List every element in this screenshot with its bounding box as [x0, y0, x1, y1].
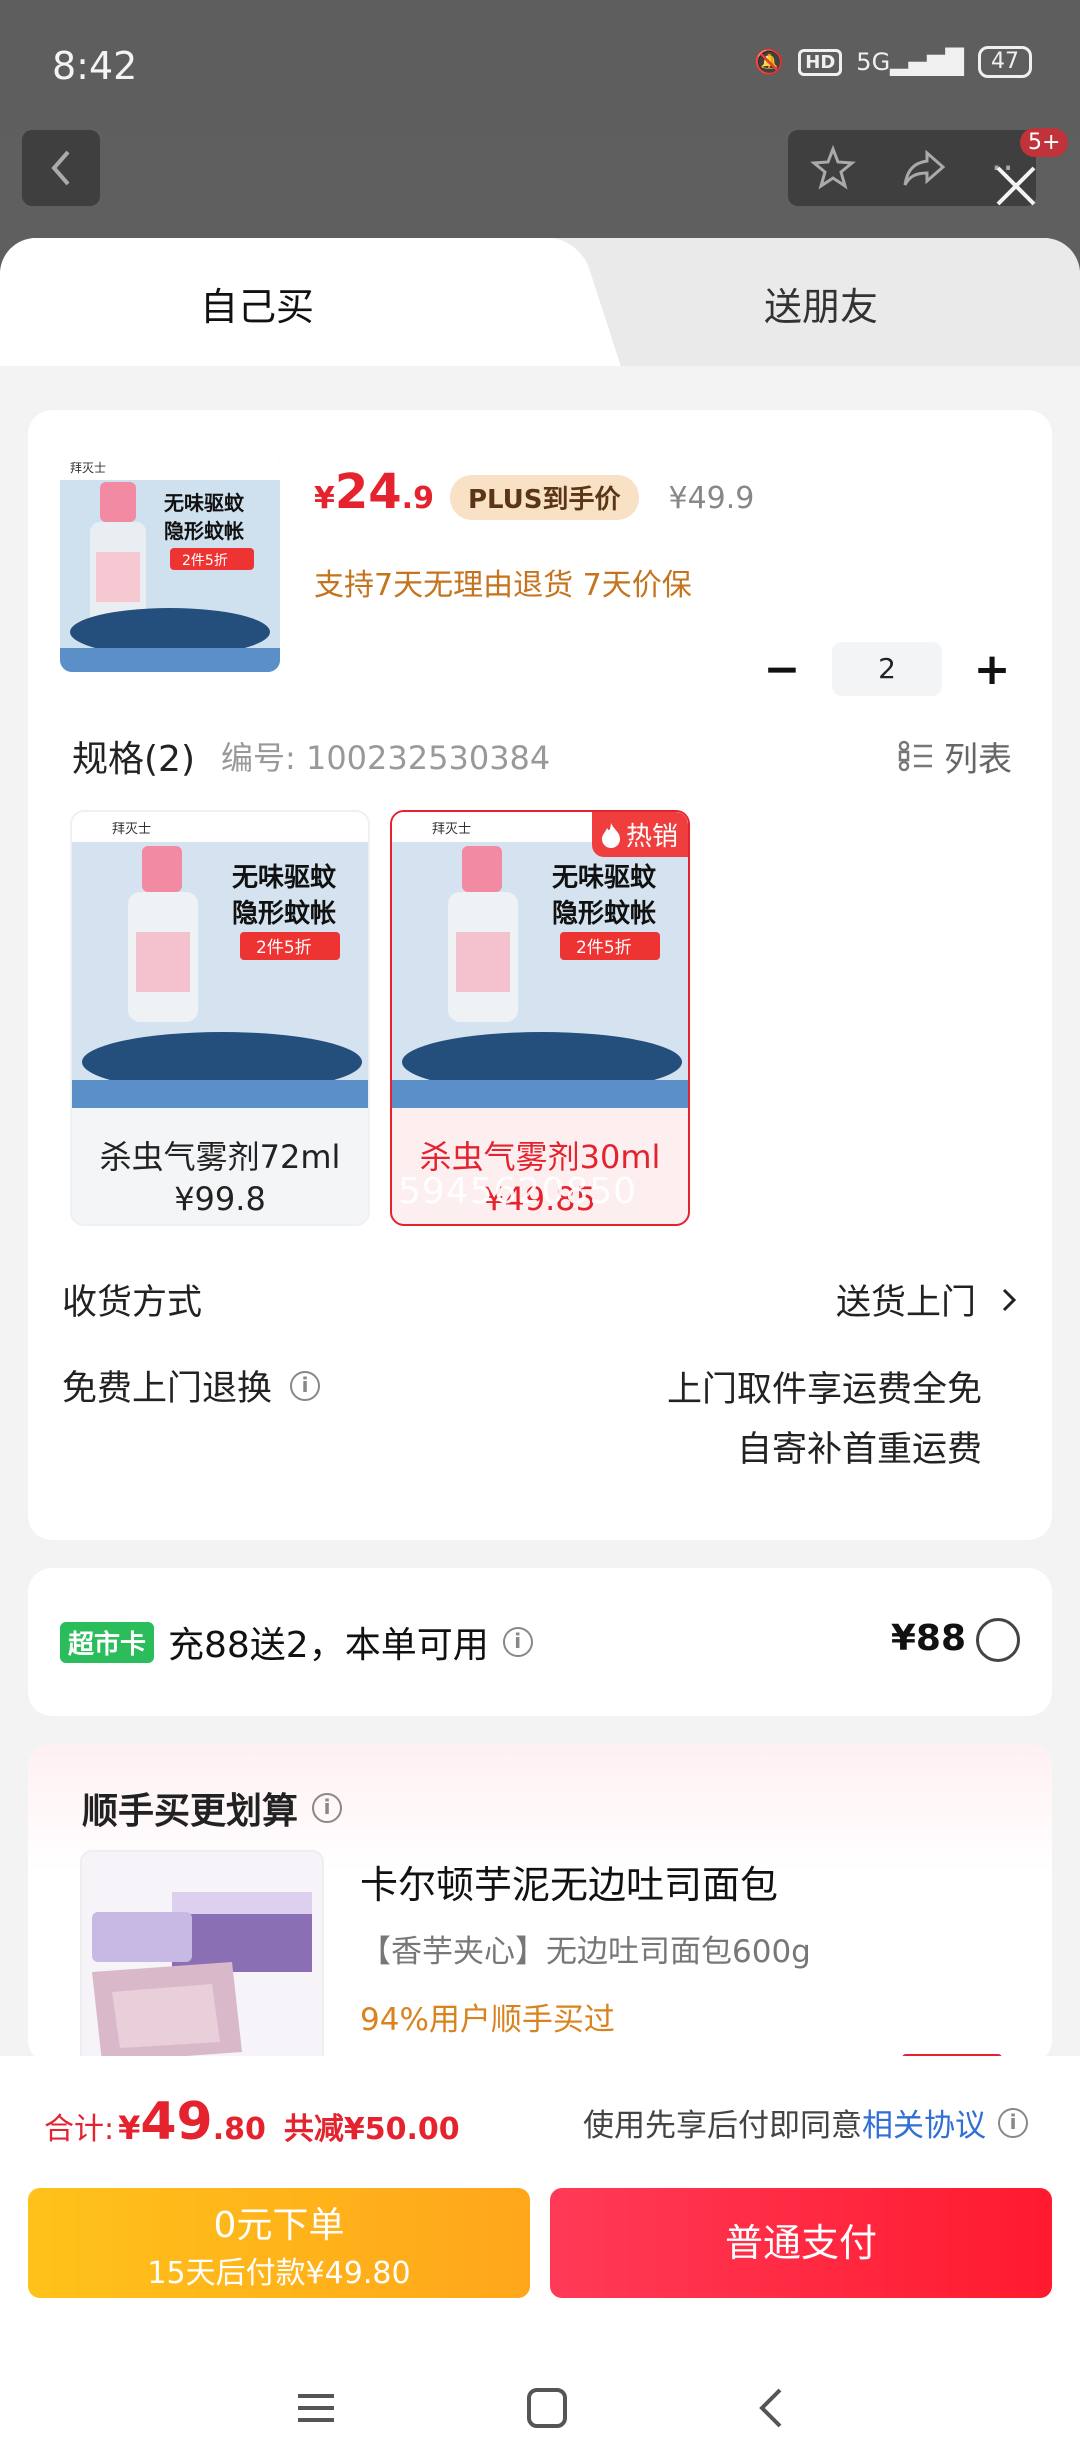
pay-later-subtitle: 15天后付款¥49.80	[147, 2256, 411, 2291]
watermark-text: 5945620850	[398, 1171, 638, 1212]
svg-text:2件5折: 2件5折	[182, 553, 228, 569]
mute-icon: 🔕	[754, 48, 785, 76]
home-icon[interactable]	[525, 2386, 569, 2430]
total-discount: 共减¥50.00	[283, 2112, 460, 2147]
supermarket-offer: 充88送2，本单可用 i	[168, 1616, 533, 1668]
variant-image: 拜灭士 无味驱蚊 隐形蚊帐 2件5折	[72, 812, 368, 1108]
svg-text:2件5折: 2件5折	[256, 938, 312, 958]
info-icon[interactable]: i	[998, 2107, 1028, 2138]
shipping-value: 送货上门	[836, 1274, 1018, 1325]
svg-text:隐形蚊帐: 隐形蚊帐	[232, 898, 336, 929]
chevron-left-icon	[51, 150, 70, 186]
hot-sale-badge: 热销	[591, 812, 688, 857]
total-label: 合计:	[44, 2112, 115, 2147]
quantity-input[interactable]: 2	[832, 642, 942, 696]
variant-option-72ml[interactable]: 拜灭士 无味驱蚊 隐形蚊帐 2件5折 杀虫气雾剂72ml ¥99.8	[70, 810, 370, 1226]
shipping-method-row[interactable]: 收货方式 送货上门	[62, 1274, 1018, 1325]
bundle-product-desc: 【香芋夹心】无边吐司面包600g	[360, 1934, 811, 1970]
svg-text:拜灭士: 拜灭士	[432, 822, 471, 837]
purchase-tabs: 自己买 送朋友	[0, 238, 1080, 366]
pay-later-title: 0元下单	[213, 2205, 345, 2246]
svg-text:无味驱蚊: 无味驱蚊	[232, 862, 337, 893]
supermarket-card-row[interactable]: 超市卡 充88送2，本单可用 i ¥88	[28, 1568, 1052, 1716]
product-thumbnail[interactable]: 拜灭士 无味驱蚊 隐形蚊帐 2件5折	[60, 452, 280, 672]
system-nav-bar	[0, 2356, 1080, 2460]
close-icon[interactable]	[990, 160, 1042, 212]
system-icons: 🔕 HD 5G▂▄▆█ 47	[754, 46, 1032, 78]
info-icon[interactable]: i	[502, 1627, 533, 1657]
tab-send-friend[interactable]: 送朋友	[764, 276, 878, 331]
shipping-label: 收货方式	[62, 1283, 203, 1323]
flame-icon	[601, 822, 620, 848]
back-icon[interactable]	[756, 2386, 786, 2430]
star-icon	[810, 145, 857, 190]
supermarket-price: ¥88	[890, 1618, 966, 1659]
svg-text:拜灭士: 拜灭士	[112, 822, 151, 837]
minus-button[interactable]: −	[762, 644, 802, 695]
svg-text:无味驱蚊: 无味驱蚊	[552, 862, 657, 893]
notification-badge: 5+	[1020, 128, 1069, 157]
total-integer: 49	[140, 2092, 213, 2152]
svg-text:隐形蚊帐: 隐形蚊帐	[164, 519, 244, 543]
price-symbol: ¥	[314, 481, 335, 516]
hd-icon: HD	[798, 48, 843, 76]
svg-text:无味驱蚊: 无味驱蚊	[164, 491, 245, 515]
product-card: 拜灭士 无味驱蚊 隐形蚊帐 2件5折 ¥ 24 .9 PLUS到手价 ¥49.9…	[28, 410, 1052, 1540]
tab-self-buy[interactable]: 自己买	[200, 276, 314, 331]
free-return-row: 免费上门退换 i 上门取件享运费全免 自寄补首重运费	[62, 1360, 1018, 1480]
signal-icon: 5G▂▄▆█	[856, 48, 964, 76]
sku-number: 编号: 100232530384	[221, 739, 551, 777]
chevron-right-icon	[1002, 1288, 1017, 1311]
total-decimal: .80	[212, 2112, 266, 2147]
agreement-link[interactable]: 相关协议	[862, 2108, 986, 2144]
menu-icon[interactable]	[294, 2388, 338, 2428]
total-row: 合计: ¥ 49 .80 共减¥50.00	[44, 2092, 460, 2152]
bundle-title: 顺手买更划算 i	[82, 1782, 343, 1834]
original-price: ¥49.9	[668, 481, 755, 516]
svg-text:2件5折: 2件5折	[576, 938, 632, 958]
guarantee-text: 支持7天无理由退货 7天价保	[314, 568, 692, 603]
info-icon[interactable]: i	[290, 1370, 321, 1401]
variant-name: 杀虫气雾剂72ml	[99, 1138, 341, 1176]
agreement-text: 使用先享后付即同意相关协议 i	[583, 2100, 1028, 2145]
normal-pay-button[interactable]: 普通支付	[550, 2188, 1052, 2298]
plus-price-tag: PLUS到手价	[449, 475, 639, 520]
share-icon	[903, 149, 945, 186]
supermarket-radio[interactable]	[976, 1618, 1020, 1662]
free-return-label: 免费上门退换 i	[62, 1360, 321, 1411]
svg-text:拜灭士: 拜灭士	[70, 461, 106, 475]
variant-option-30ml[interactable]: 拜灭士 无味驱蚊 隐形蚊帐 2件5折 热销 杀虫气雾剂30ml ¥49.85 5…	[390, 810, 690, 1226]
price-decimal: .9	[401, 481, 434, 516]
battery-icon: 47	[978, 46, 1032, 78]
list-icon	[898, 740, 932, 772]
quantity-stepper: − 2 +	[762, 642, 1012, 696]
return-line-2: 自寄补首重运费	[736, 1430, 982, 1470]
total-symbol: ¥	[118, 2109, 141, 2147]
plus-button[interactable]: +	[972, 644, 1012, 695]
bundle-card: 顺手买更划算 i 卡尔顿芋泥无边吐司面包 【香芋夹心】无边吐司面包600g 94…	[28, 1744, 1052, 2074]
variant-list: 拜灭士 无味驱蚊 隐形蚊帐 2件5折 杀虫气雾剂72ml ¥99.8 拜灭士 无…	[70, 810, 690, 1226]
bundle-purchase-stat: 94%用户顺手买过	[360, 2002, 615, 2038]
variant-price: ¥99.8	[174, 1180, 266, 1218]
list-label: 列表	[944, 739, 1012, 780]
pay-later-button[interactable]: 0元下单 15天后付款¥49.80	[28, 2188, 530, 2298]
checkout-bar: 合计: ¥ 49 .80 共减¥50.00 使用先享后付即同意相关协议 i 0元…	[0, 2056, 1080, 2460]
status-time: 8:42	[52, 44, 138, 88]
svg-text:隐形蚊帐: 隐形蚊帐	[552, 898, 656, 929]
price-integer: 24	[334, 464, 402, 520]
bundle-product-name[interactable]: 卡尔顿芋泥无边吐司面包	[360, 1854, 778, 1909]
info-icon[interactable]: i	[312, 1793, 343, 1823]
status-bar: 8:42 🔕 HD 5G▂▄▆█ 47	[0, 0, 1080, 130]
spec-header: 规格(2) 编号: 100232530384 列表	[72, 730, 1012, 782]
return-line-1: 上门取件享运费全免	[666, 1370, 982, 1410]
supermarket-tag: 超市卡	[60, 1622, 155, 1663]
spec-title: 规格(2)	[72, 739, 195, 780]
bundle-product-image[interactable]	[80, 1850, 324, 2070]
list-view-toggle[interactable]: 列表	[898, 732, 1012, 781]
background-back-button	[22, 130, 100, 206]
free-return-detail: 上门取件享运费全免 自寄补首重运费	[667, 1360, 982, 1480]
price-row: ¥ 24 .9 PLUS到手价 ¥49.9	[314, 464, 754, 520]
